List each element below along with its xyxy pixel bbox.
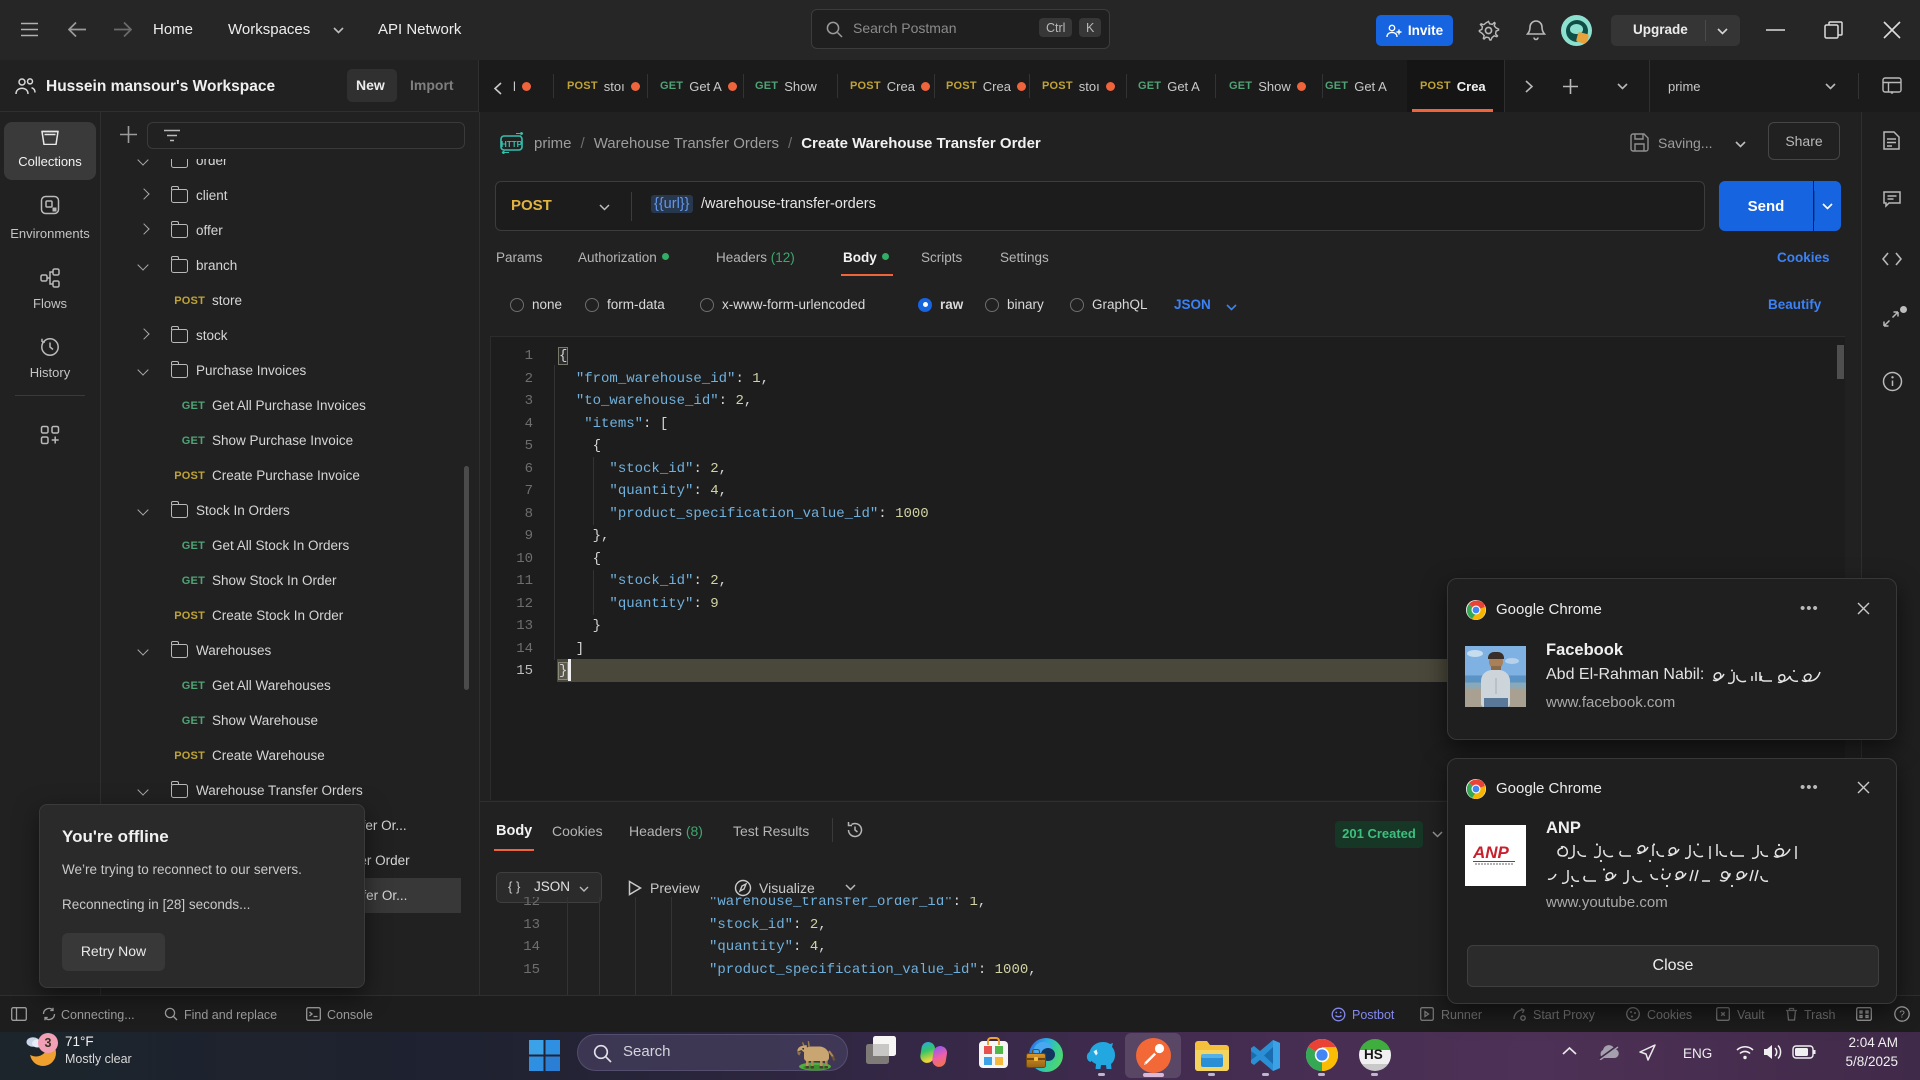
svg-text:ANP: ANP bbox=[1473, 843, 1510, 862]
svg-text:HTTP: HTTP bbox=[501, 140, 523, 149]
svg-text:?: ? bbox=[1899, 1010, 1905, 1021]
